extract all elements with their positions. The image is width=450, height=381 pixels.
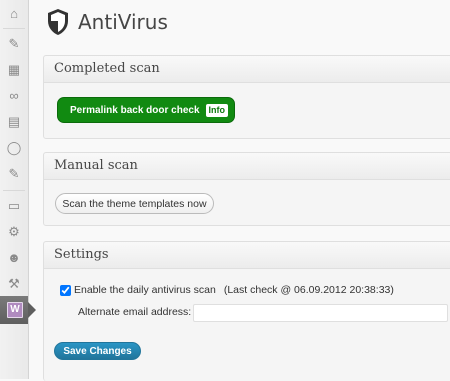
dashboard-icon[interactable]: ⌂ [6, 6, 22, 22]
daily-scan-row: Enable the daily antivirus scan (Last ch… [60, 284, 394, 296]
result-label: Permalink back door check [70, 104, 200, 116]
last-check-text: (Last check @ 06.09.2012 20:38:33) [223, 284, 394, 296]
page-title: AntiVirus [78, 10, 168, 34]
appearance-icon[interactable]: ▭ [6, 198, 22, 214]
media-icon[interactable]: ▦ [6, 62, 22, 78]
users-icon[interactable]: ☻ [6, 250, 22, 266]
manual-scan-box: Manual scan Scan the theme templates now [43, 152, 450, 226]
sidebar-divider [3, 28, 25, 29]
settings-box: Settings Enable the daily antivirus scan… [43, 241, 450, 381]
tools-icon[interactable]: ⚒ [6, 276, 22, 292]
settings-icon: W [7, 302, 23, 318]
daily-scan-label: Enable the daily antivirus scan [74, 284, 216, 296]
daily-scan-checkbox[interactable] [60, 284, 71, 296]
completed-scan-box: Completed scan Permalink back door check… [43, 55, 450, 139]
admin-sidebar: ⌂ ✎ ▦ ∞ ▤ ◯ ✎ ▭ ⚙ ☻ ⚒ W [0, 0, 36, 379]
settings-title: Settings [44, 242, 450, 269]
comments-icon[interactable]: ◯ [6, 140, 22, 156]
permalink-check-result[interactable]: Permalink back door check Info [57, 97, 236, 123]
posts-icon[interactable]: ✎ [6, 36, 22, 52]
settings-menu-active[interactable]: W [0, 296, 36, 324]
plugins-icon[interactable]: ⚙ [6, 224, 22, 240]
email-field[interactable] [193, 304, 448, 322]
feedback-icon[interactable]: ✎ [6, 166, 22, 182]
links-icon[interactable]: ∞ [6, 88, 22, 104]
completed-scan-title: Completed scan [44, 56, 450, 83]
scan-templates-button[interactable]: Scan the theme templates now [55, 193, 214, 214]
sidebar-divider [3, 190, 25, 191]
info-button[interactable]: Info [205, 103, 229, 117]
email-label: Alternate email address: [78, 306, 192, 318]
manual-scan-title: Manual scan [44, 153, 450, 180]
shield-icon [48, 9, 68, 35]
pages-icon[interactable]: ▤ [6, 114, 22, 130]
save-changes-button[interactable]: Save Changes [54, 342, 141, 360]
